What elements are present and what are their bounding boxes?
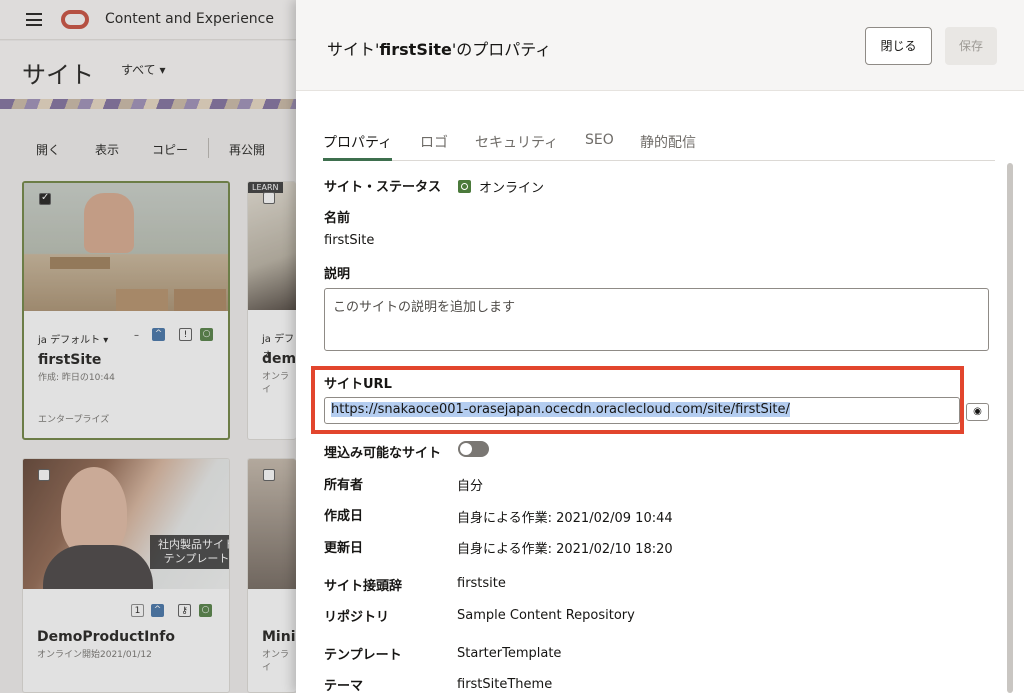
- status-label: サイト・ステータス: [324, 180, 442, 195]
- site-url-field[interactable]: https://snakaoce001-orasejapan.ocecdn.or…: [324, 397, 960, 424]
- tab-security[interactable]: セキュリティ: [475, 132, 558, 161]
- name-label: 名前: [324, 211, 351, 226]
- prefix-label: サイト接頭辞: [324, 579, 403, 594]
- panel-title: サイト'firstSite'のプロパティ: [327, 36, 551, 60]
- repository-value: Sample Content Repository: [457, 608, 635, 623]
- panel-title-suffix: 'のプロパティ: [451, 40, 552, 59]
- repository-label: リポジトリ: [324, 610, 390, 625]
- updated-value: 自身による作業: 2021/02/10 18:20: [457, 542, 673, 557]
- updated-label: 更新日: [324, 541, 364, 556]
- close-button[interactable]: 閉じる: [865, 27, 932, 65]
- embeddable-toggle[interactable]: [458, 441, 489, 457]
- panel-scrollbar[interactable]: [1007, 163, 1013, 693]
- created-value: 自身による作業: 2021/02/09 10:44: [457, 511, 673, 526]
- status-value: オンライン: [479, 181, 545, 196]
- embeddable-label: 埋込み可能なサイト: [324, 446, 442, 461]
- theme-value: firstSiteTheme: [457, 677, 553, 692]
- prefix-value: firstsite: [457, 576, 506, 591]
- template-value: StarterTemplate: [457, 646, 562, 661]
- site-url-label: サイトURL: [324, 377, 392, 392]
- tab-static-delivery[interactable]: 静的配信: [640, 132, 696, 161]
- owner-label: 所有者: [324, 478, 364, 493]
- theme-label: テーマ: [324, 679, 364, 693]
- save-button[interactable]: 保存: [945, 27, 997, 65]
- online-status-icon: [458, 180, 471, 193]
- panel-title-site: firstSite: [379, 40, 452, 59]
- tab-logo[interactable]: ロゴ: [420, 132, 448, 161]
- tab-properties[interactable]: プロパティ: [323, 132, 393, 161]
- site-url-text: https://snakaoce001-orasejapan.ocecdn.or…: [331, 402, 790, 417]
- description-textarea[interactable]: このサイトの説明を追加します: [324, 288, 989, 351]
- tab-seo[interactable]: SEO: [585, 132, 614, 161]
- property-tabs: プロパティ ロゴ セキュリティ SEO 静的配信: [323, 130, 995, 161]
- modal-backdrop: [0, 0, 296, 693]
- preview-eye-icon[interactable]: ◉: [966, 403, 989, 421]
- name-value: firstSite: [324, 233, 375, 248]
- properties-panel: サイト'firstSite'のプロパティ 閉じる 保存 プロパティ ロゴ セキュ…: [296, 0, 1024, 693]
- panel-title-prefix: サイト': [327, 40, 380, 59]
- created-label: 作成日: [324, 509, 364, 524]
- owner-value: 自分: [457, 479, 484, 494]
- description-label: 説明: [324, 267, 351, 282]
- template-label: テンプレート: [324, 648, 402, 663]
- panel-header: サイト'firstSite'のプロパティ 閉じる 保存: [296, 0, 1024, 91]
